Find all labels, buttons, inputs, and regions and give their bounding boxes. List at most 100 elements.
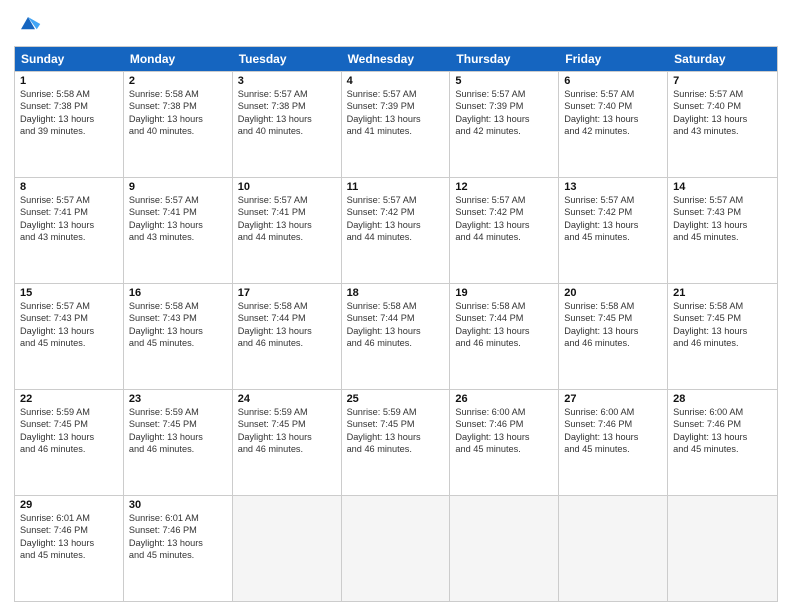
day-number: 6 [564, 75, 662, 87]
day-info: Sunrise: 5:59 AMSunset: 7:45 PMDaylight:… [347, 406, 445, 456]
calendar-day-6: 6Sunrise: 5:57 AMSunset: 7:40 PMDaylight… [559, 72, 668, 177]
day-info: Sunrise: 6:00 AMSunset: 7:46 PMDaylight:… [455, 406, 553, 456]
calendar-empty [668, 496, 777, 601]
header-day-friday: Friday [559, 47, 668, 71]
calendar-day-10: 10Sunrise: 5:57 AMSunset: 7:41 PMDayligh… [233, 178, 342, 283]
calendar-day-29: 29Sunrise: 6:01 AMSunset: 7:46 PMDayligh… [15, 496, 124, 601]
calendar-day-30: 30Sunrise: 6:01 AMSunset: 7:46 PMDayligh… [124, 496, 233, 601]
calendar-day-27: 27Sunrise: 6:00 AMSunset: 7:46 PMDayligh… [559, 390, 668, 495]
day-number: 1 [20, 75, 118, 87]
day-info: Sunrise: 5:58 AMSunset: 7:44 PMDaylight:… [455, 300, 553, 350]
day-info: Sunrise: 5:57 AMSunset: 7:43 PMDaylight:… [20, 300, 118, 350]
day-info: Sunrise: 5:57 AMSunset: 7:41 PMDaylight:… [238, 194, 336, 244]
calendar-week-3: 15Sunrise: 5:57 AMSunset: 7:43 PMDayligh… [15, 283, 777, 389]
header-day-monday: Monday [124, 47, 233, 71]
day-number: 20 [564, 287, 662, 299]
calendar-day-23: 23Sunrise: 5:59 AMSunset: 7:45 PMDayligh… [124, 390, 233, 495]
day-info: Sunrise: 6:00 AMSunset: 7:46 PMDaylight:… [673, 406, 772, 456]
calendar-day-1: 1Sunrise: 5:58 AMSunset: 7:38 PMDaylight… [15, 72, 124, 177]
calendar-day-12: 12Sunrise: 5:57 AMSunset: 7:42 PMDayligh… [450, 178, 559, 283]
calendar-day-5: 5Sunrise: 5:57 AMSunset: 7:39 PMDaylight… [450, 72, 559, 177]
day-number: 18 [347, 287, 445, 299]
calendar-day-13: 13Sunrise: 5:57 AMSunset: 7:42 PMDayligh… [559, 178, 668, 283]
day-info: Sunrise: 5:57 AMSunset: 7:39 PMDaylight:… [347, 88, 445, 138]
logo [14, 10, 46, 38]
header-day-tuesday: Tuesday [233, 47, 342, 71]
day-number: 12 [455, 181, 553, 193]
day-number: 29 [20, 499, 118, 511]
calendar-empty [342, 496, 451, 601]
calendar-week-5: 29Sunrise: 6:01 AMSunset: 7:46 PMDayligh… [15, 495, 777, 601]
day-info: Sunrise: 5:58 AMSunset: 7:45 PMDaylight:… [673, 300, 772, 350]
calendar-day-11: 11Sunrise: 5:57 AMSunset: 7:42 PMDayligh… [342, 178, 451, 283]
day-number: 19 [455, 287, 553, 299]
day-info: Sunrise: 5:57 AMSunset: 7:42 PMDaylight:… [347, 194, 445, 244]
calendar-week-2: 8 Sunrise: 5:57 AMSunset: 7:41 PMDaylight… [15, 177, 777, 283]
day-number: 14 [673, 181, 772, 193]
calendar-day-24: 24Sunrise: 5:59 AMSunset: 7:45 PMDayligh… [233, 390, 342, 495]
calendar-day-26: 26Sunrise: 6:00 AMSunset: 7:46 PMDayligh… [450, 390, 559, 495]
calendar: SundayMondayTuesdayWednesdayThursdayFrid… [14, 46, 778, 602]
day-number: 10 [238, 181, 336, 193]
day-number: 27 [564, 393, 662, 405]
calendar-week-4: 22Sunrise: 5:59 AMSunset: 7:45 PMDayligh… [15, 389, 777, 495]
day-number: 28 [673, 393, 772, 405]
page: SundayMondayTuesdayWednesdayThursdayFrid… [0, 0, 792, 612]
calendar-day-25: 25Sunrise: 5:59 AMSunset: 7:45 PMDayligh… [342, 390, 451, 495]
calendar-empty [559, 496, 668, 601]
calendar-week-1: 1Sunrise: 5:58 AMSunset: 7:38 PMDaylight… [15, 71, 777, 177]
day-number: 8 [20, 181, 118, 193]
day-info: Sunrise: 6:01 AMSunset: 7:46 PMDaylight:… [20, 512, 118, 562]
calendar-day-28: 28Sunrise: 6:00 AMSunset: 7:46 PMDayligh… [668, 390, 777, 495]
day-number: 25 [347, 393, 445, 405]
calendar-day-9: 9Sunrise: 5:57 AMSunset: 7:41 PMDaylight… [124, 178, 233, 283]
calendar-day-14: 14Sunrise: 5:57 AMSunset: 7:43 PMDayligh… [668, 178, 777, 283]
header-day-wednesday: Wednesday [342, 47, 451, 71]
day-number: 30 [129, 499, 227, 511]
calendar-day-19: 19Sunrise: 5:58 AMSunset: 7:44 PMDayligh… [450, 284, 559, 389]
calendar-day-17: 17Sunrise: 5:58 AMSunset: 7:44 PMDayligh… [233, 284, 342, 389]
day-number: 26 [455, 393, 553, 405]
day-number: 23 [129, 393, 227, 405]
day-info: Sunrise: 5:58 AMSunset: 7:38 PMDaylight:… [129, 88, 227, 138]
day-number: 3 [238, 75, 336, 87]
calendar-day-8: 8Sunrise: 5:57 AMSunset: 7:41 PMDaylight… [15, 178, 124, 283]
calendar-day-16: 16Sunrise: 5:58 AMSunset: 7:43 PMDayligh… [124, 284, 233, 389]
day-number: 9 [129, 181, 227, 193]
day-info: Sunrise: 5:57 AMSunset: 7:38 PMDaylight:… [238, 88, 336, 138]
calendar-body: 1Sunrise: 5:58 AMSunset: 7:38 PMDaylight… [15, 71, 777, 601]
header [14, 10, 778, 38]
calendar-day-21: 21Sunrise: 5:58 AMSunset: 7:45 PMDayligh… [668, 284, 777, 389]
day-info: Sunrise: 5:58 AMSunset: 7:44 PMDaylight:… [347, 300, 445, 350]
day-info: Sunrise: 5:59 AMSunset: 7:45 PMDaylight:… [129, 406, 227, 456]
day-number: 7 [673, 75, 772, 87]
day-info: Sunrise: 6:00 AMSunset: 7:46 PMDaylight:… [564, 406, 662, 456]
calendar-day-7: 7Sunrise: 5:57 AMSunset: 7:40 PMDaylight… [668, 72, 777, 177]
day-info: Sunrise: 5:57 AMSunset: 7:40 PMDaylight:… [564, 88, 662, 138]
calendar-day-22: 22Sunrise: 5:59 AMSunset: 7:45 PMDayligh… [15, 390, 124, 495]
day-info: Sunrise: 5:57 AMSunset: 7:42 PMDaylight:… [455, 194, 553, 244]
logo-icon [14, 10, 42, 38]
day-info: Sunrise: 5:57 AMSunset: 7:42 PMDaylight:… [564, 194, 662, 244]
day-info: Sunrise: 5:57 AMSunset: 7:41 PMDaylight:… [129, 194, 227, 244]
day-number: 2 [129, 75, 227, 87]
day-info: Sunrise: 6:01 AMSunset: 7:46 PMDaylight:… [129, 512, 227, 562]
day-number: 22 [20, 393, 118, 405]
day-info: Sunrise: 5:58 AMSunset: 7:38 PMDaylight:… [20, 88, 118, 138]
day-number: 17 [238, 287, 336, 299]
header-day-saturday: Saturday [668, 47, 777, 71]
day-info: Sunrise: 5:57 AMSunset: 7:39 PMDaylight:… [455, 88, 553, 138]
day-info: Sunrise: 5:57 AMSunset: 7:40 PMDaylight:… [673, 88, 772, 138]
header-day-sunday: Sunday [15, 47, 124, 71]
day-info: Sunrise: 5:58 AMSunset: 7:44 PMDaylight:… [238, 300, 336, 350]
day-number: 4 [347, 75, 445, 87]
day-number: 15 [20, 287, 118, 299]
calendar-empty [233, 496, 342, 601]
calendar-day-18: 18Sunrise: 5:58 AMSunset: 7:44 PMDayligh… [342, 284, 451, 389]
calendar-day-15: 15Sunrise: 5:57 AMSunset: 7:43 PMDayligh… [15, 284, 124, 389]
day-number: 16 [129, 287, 227, 299]
day-number: 11 [347, 181, 445, 193]
day-info: Sunrise: 5:59 AMSunset: 7:45 PMDaylight:… [20, 406, 118, 456]
calendar-day-20: 20Sunrise: 5:58 AMSunset: 7:45 PMDayligh… [559, 284, 668, 389]
calendar-day-2: 2Sunrise: 5:58 AMSunset: 7:38 PMDaylight… [124, 72, 233, 177]
